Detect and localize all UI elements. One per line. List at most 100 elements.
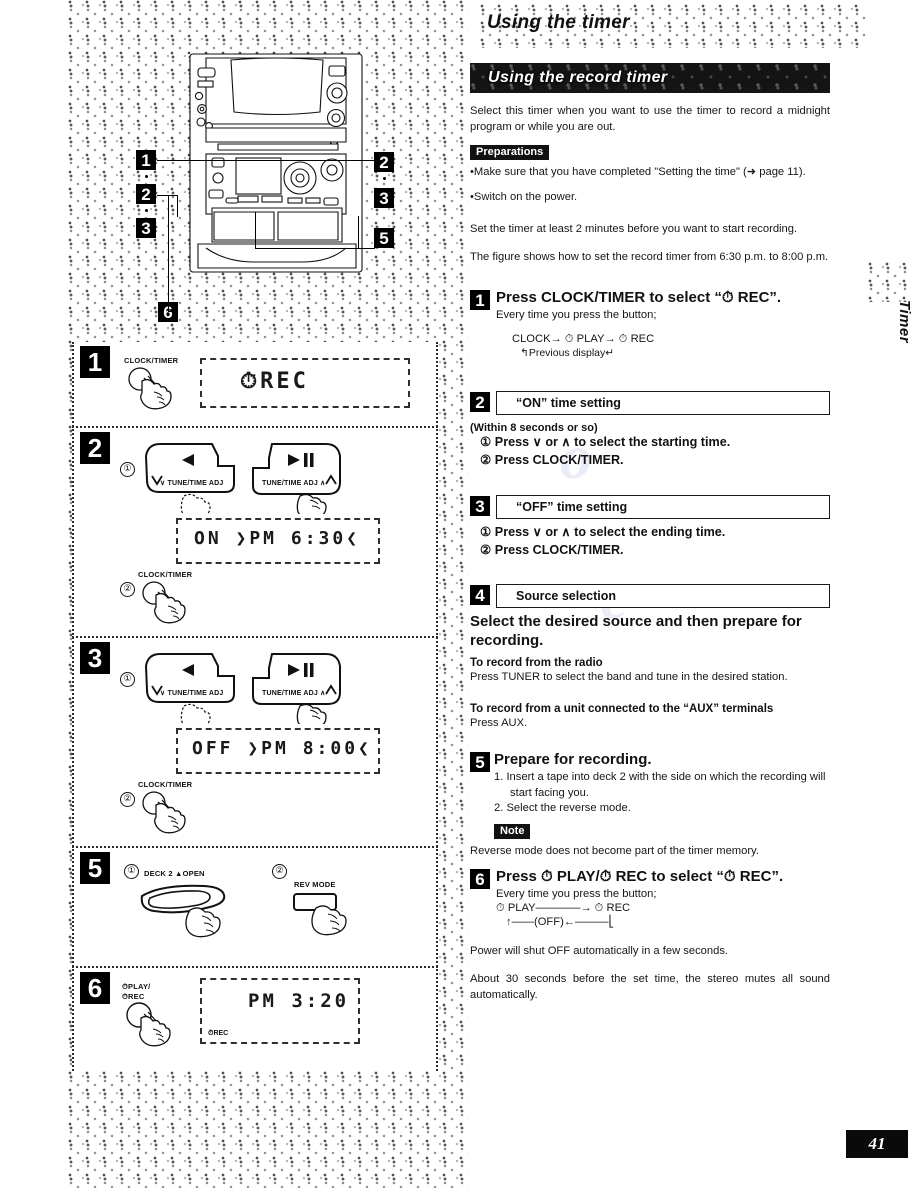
tune-time-adj-up-button [252,653,341,724]
panel-divider [72,426,438,428]
figure-description: The figure shows how to set the record t… [470,251,829,263]
step-2-item-1: ① Press ∨ or ∧ to select the starting ti… [480,435,731,449]
tune-time-adj-down-button [144,653,235,724]
hand-press-icon [142,791,186,834]
panel-border-left [72,342,74,1071]
figure-step-2-badge: 2 [80,432,110,464]
tune-time-adj-down-button [144,443,235,514]
step-1-title: Press CLOCK/TIMER to select “⏱ REC”. [496,289,782,306]
step-5-item-1: 1. Insert a tape into deck 2 with the si… [494,771,826,799]
tune-time-adj-up-button [252,443,341,514]
section-header-title: Using the record timer [488,69,668,86]
step-1-cycle-line2-text: Previous display [528,347,606,359]
step-2-item-1-text: Press ∨ or ∧ to select the starting time… [494,435,731,449]
step-5-note-body: Reverse mode does not become part of the… [470,845,759,857]
hand-press-icon [142,581,186,624]
leader-line [168,195,178,196]
callout-3-left: 3 [136,218,156,238]
step-6-after-2: About 30 seconds before the set time, th… [470,973,830,1001]
figure-step6-button-label-1: ⏱PLAY/ [122,982,151,991]
figure-step5-revmode-label: REV MODE [294,880,336,889]
preparation-bullet-1: •Make sure that you have completed "Sett… [470,166,806,178]
page-title: Using the timer [487,12,630,33]
step-2-item-2: ② Press CLOCK/TIMER. [480,453,624,467]
timer-lead-time-note: Set the timer at least 2 minutes before … [470,223,798,235]
step-6-after-1: Power will shut OFF automatically in a f… [470,945,729,957]
hand-press-icon [128,367,172,410]
step-3-badge: 3 [470,496,490,516]
figure-step6-button-label-2: ⏱REC [122,992,145,1001]
display-value: OFF ❯PM 8:00❮ [192,738,372,759]
step-4-radio-body: Press TUNER to select the band and tune … [470,671,788,683]
step-4-badge: 4 [470,585,490,605]
step-5-title: Prepare for recording. [494,751,652,768]
callout-2-left: 2 [136,184,156,204]
figure-step3-circle-2: ② [120,792,135,807]
figure-step3-display: OFF ❯PM 8:00❮ [176,728,380,774]
figure-step-5-badge: 5 [80,852,110,884]
panel-border-right [436,342,438,1071]
panel-divider [72,966,438,968]
panel-divider [72,636,438,638]
figure-step1-button-label: CLOCK/TIMER [124,356,179,365]
step-6-cycle-line2: ↑——(OFF)←———⎣ [506,916,615,928]
panel-divider [72,846,438,848]
leader-line [253,160,375,161]
step-1-badge: 1 [470,290,490,310]
display-value: PM 3:20 [248,990,350,1012]
stereo-system-illustration [189,53,363,273]
callout-dot [145,175,148,178]
step-6-cycle-rec: ⏱ REC [594,902,631,914]
step-3-item-1: ① Press ∨ or ∧ to select the ending time… [480,525,726,539]
rev-mode-button [293,893,347,936]
step-3-item-2-text: Press CLOCK/TIMER. [494,543,624,557]
callout-5: 5 [374,228,394,248]
figure-step2-display: ON ❯PM 6:30❮ [176,518,380,564]
figure-step6-display: PM 3:20 ⏱REC [200,978,360,1044]
leader-line [168,311,174,312]
leader-line [358,216,359,248]
figure-step-6-badge: 6 [80,972,110,1004]
step-5-item-2: 2. Select the reverse mode. [494,802,631,814]
step-3-item-1-text: Press ∨ or ∧ to select the ending time. [494,525,726,539]
leader-line [177,195,178,217]
figure-step3-right-button-label: TUNE/TIME ADJ ∧ [262,690,326,697]
leader-line [168,195,169,311]
display-rec-indicator: ⏱REC [208,1030,229,1037]
page-number: 41 [846,1130,908,1158]
preparation-bullet-2-text: Switch on the power. [473,191,578,203]
step-1-sub: Every time you press the button; [496,309,657,321]
step-6-cycle-off: (OFF) [533,916,564,928]
side-tab-texture [868,262,908,302]
step-3-item-2: ② Press CLOCK/TIMER. [480,543,624,557]
side-tab-label: Timer [896,300,913,344]
leader-line [255,212,256,248]
figure-step-3-badge: 3 [80,642,110,674]
figure-step2-circle-2: ② [120,582,135,597]
step-4-box-label: Source selection [516,589,617,603]
callout-3-right: 3 [374,188,394,208]
figure-step3-left-button-label: ∨ TUNE/TIME ADJ [160,690,224,697]
preparation-bullet-2: •Switch on the power. [470,191,578,203]
callout-2-right: 2 [374,152,394,172]
step-2-item-2-text: Press CLOCK/TIMER. [494,453,624,467]
display-value: ⏱REC [240,369,309,394]
intro-paragraph: Select this timer when you want to use t… [470,105,830,133]
note-label: Note [494,824,531,839]
leader-line [255,248,375,249]
figure-step-1-badge: 1 [80,346,110,378]
figure-step5-deck-label: DECK 2 ▲OPEN [144,869,205,878]
leader-line [157,160,253,161]
step-3-box-label: “OFF” time setting [516,500,628,514]
figure-step2-circle-1: ① [120,462,135,477]
callout-1: 1 [136,150,156,170]
preparations-label: Preparations [470,145,550,160]
step-6-title: Press ⏱ PLAY/⏱ REC to select “⏱ REC”. [496,868,784,885]
figure-step1-display: ⏱REC [200,358,410,408]
step-2-box-label: “ON” time setting [516,396,621,410]
hand-press-icon [126,1002,171,1047]
preparation-bullet-1-text: Make sure that you have completed "Setti… [473,166,806,178]
step-5-badge: 5 [470,752,490,772]
figure-step2-left-button-label: ∨ TUNE/TIME ADJ [160,480,224,487]
callout-dot [383,177,386,180]
